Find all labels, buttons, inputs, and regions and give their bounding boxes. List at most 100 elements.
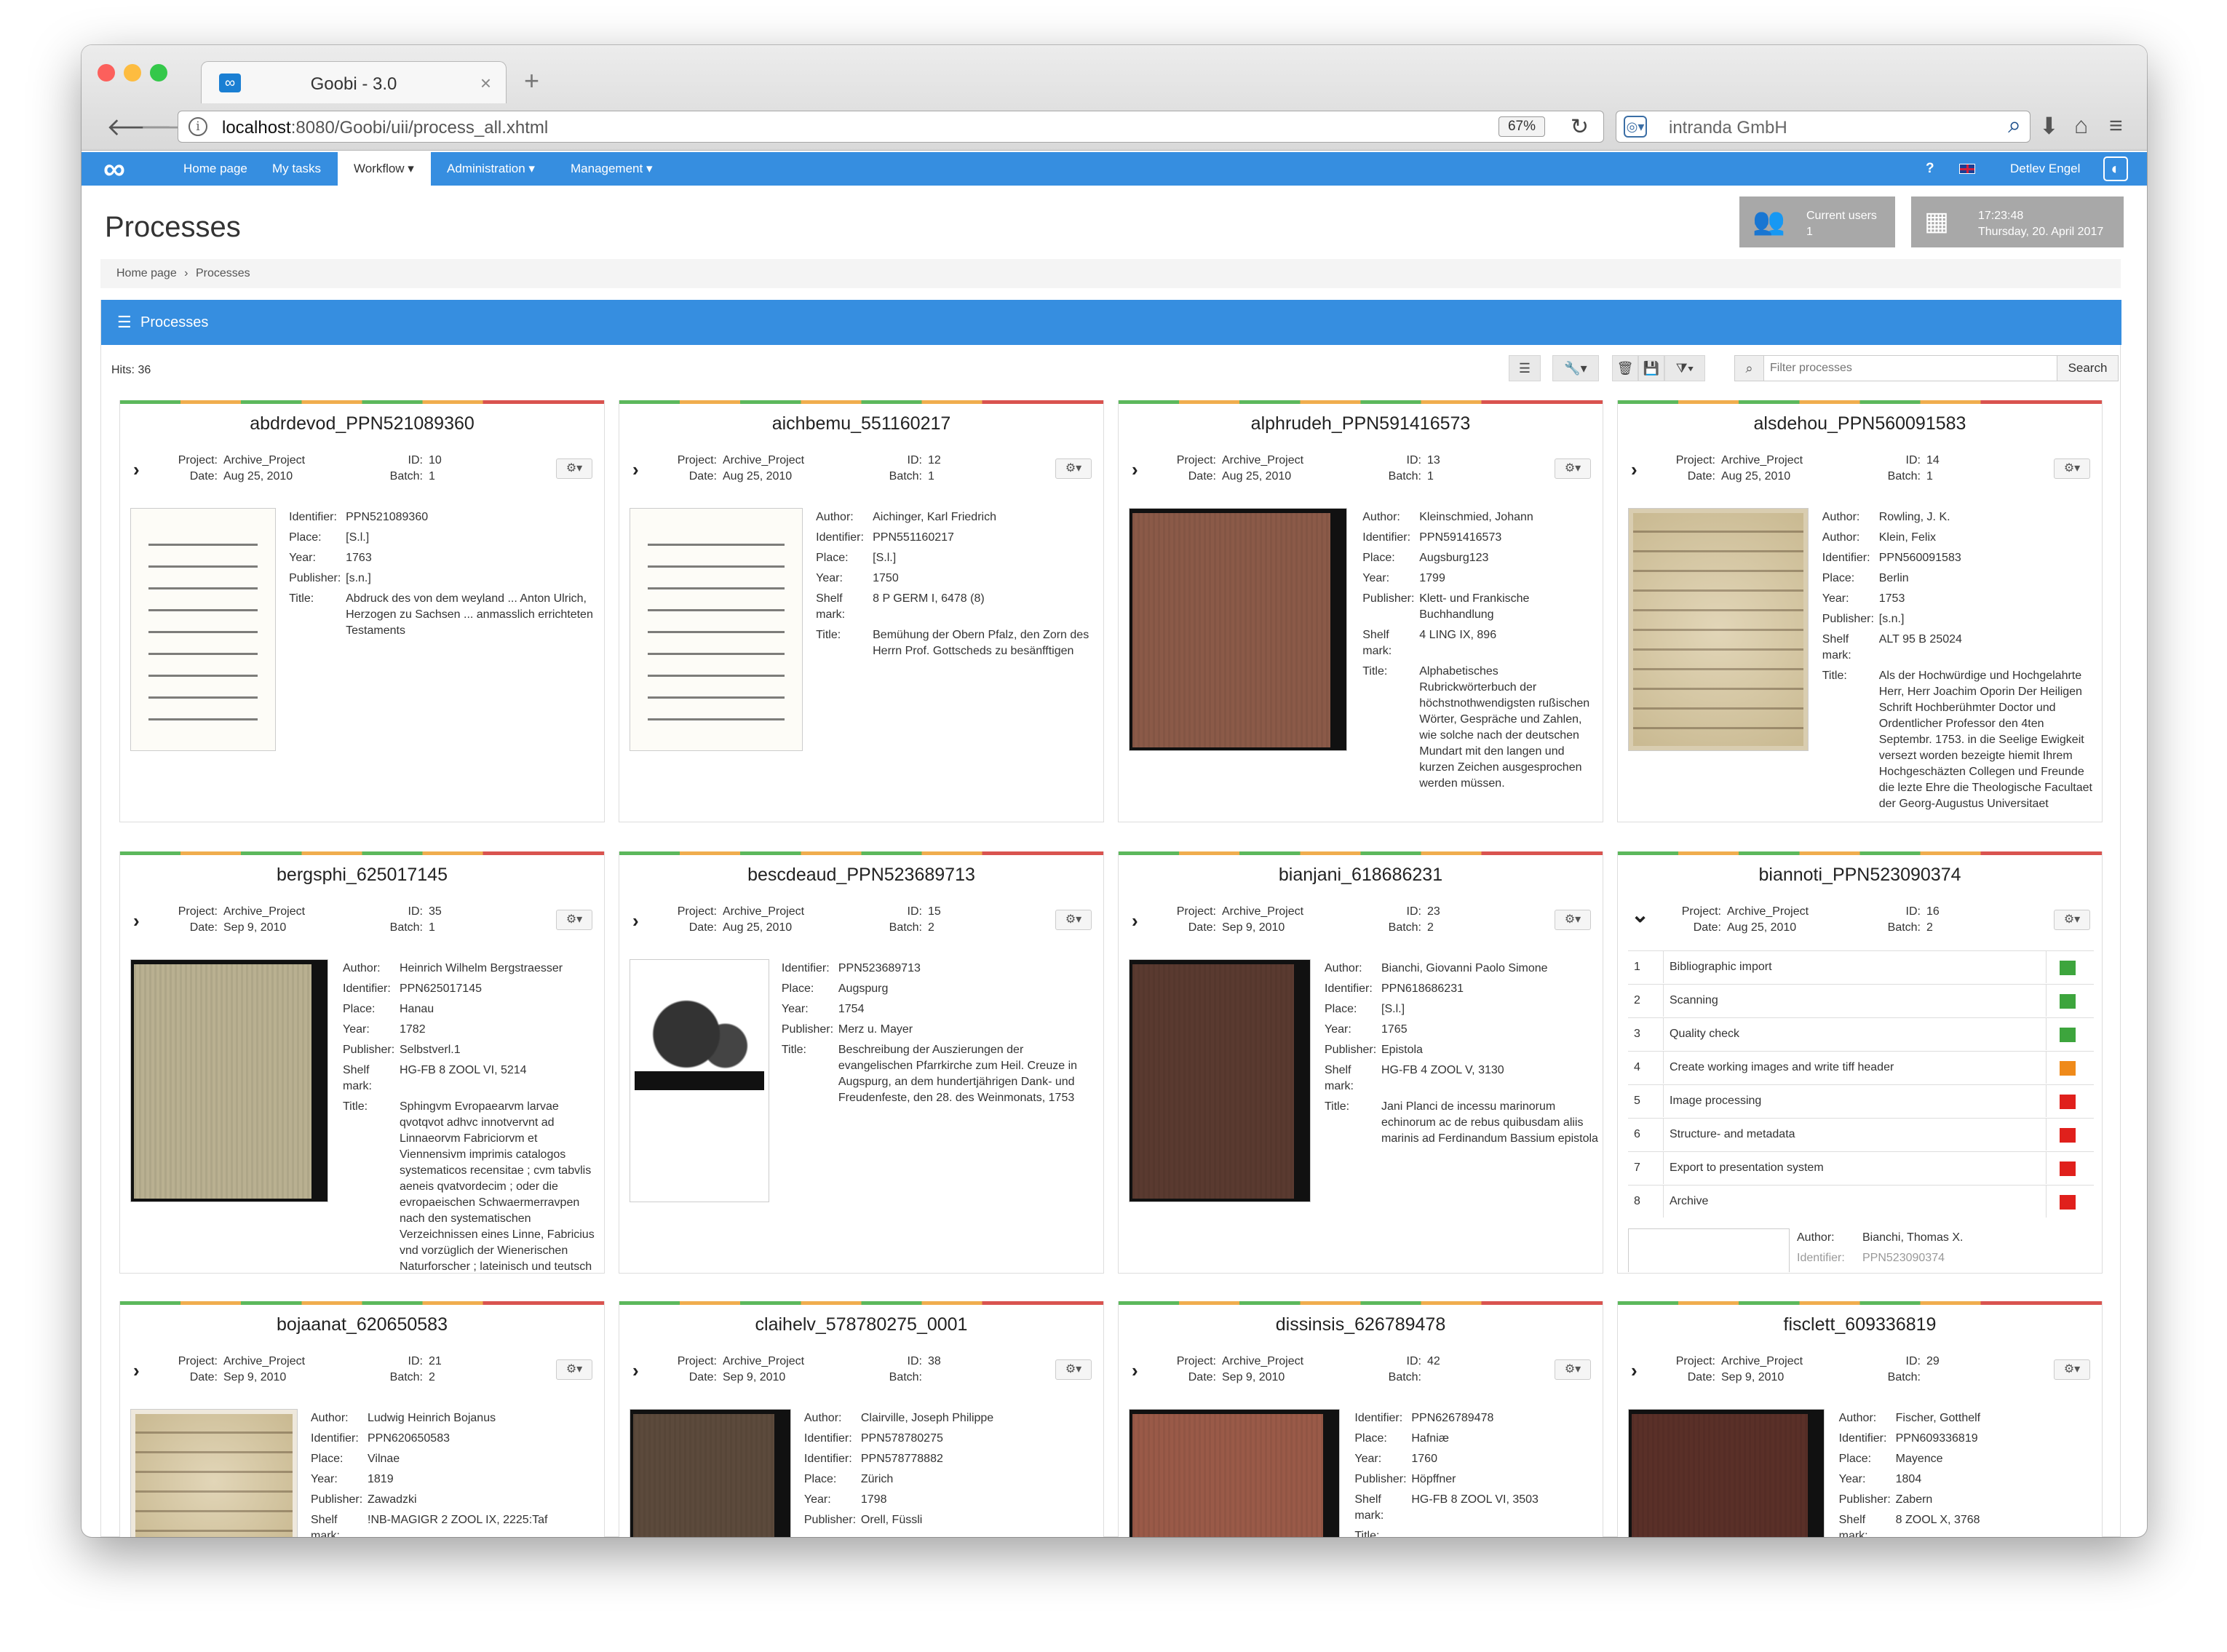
search-engine-icon[interactable]: ◎▾ — [1624, 116, 1647, 138]
save-icon[interactable]: 💾 — [1638, 355, 1664, 381]
process-title[interactable]: alphrudeh_PPN591416573 — [1119, 413, 1603, 434]
breadcrumb-home[interactable]: Home page — [116, 267, 177, 279]
task-name[interactable]: Image processing — [1663, 1085, 2041, 1117]
goobi-logo-icon[interactable]: ∞ — [103, 154, 125, 184]
nav-my-tasks[interactable]: My tasks — [263, 152, 336, 186]
gear-dropdown-button[interactable]: ⚙▾ — [1055, 1359, 1092, 1380]
process-title[interactable]: bescdeaud_PPN523689713 — [619, 865, 1103, 886]
gear-dropdown-button[interactable]: ⚙▾ — [1555, 910, 1591, 930]
browser-search-box[interactable]: ◎▾ intranda GmbH ⌕ — [1616, 111, 2030, 143]
chevron-right-icon[interactable]: › — [632, 910, 639, 932]
gear-dropdown-button[interactable]: ⚙▾ — [556, 910, 592, 930]
cover-thumbnail[interactable] — [130, 508, 276, 751]
task-name[interactable]: Bibliographic import — [1663, 951, 2041, 983]
process-title[interactable]: biannoti_PPN523090374 — [1618, 865, 2102, 886]
chevron-right-icon[interactable]: › — [632, 458, 639, 481]
search-icon[interactable]: ⌕ — [2008, 111, 2021, 139]
chevron-right-icon[interactable]: › — [1631, 458, 1638, 481]
task-name[interactable]: Archive — [1663, 1186, 2041, 1218]
task-name[interactable]: Scanning — [1663, 985, 2041, 1017]
field-value: Hafniæ — [1411, 1432, 1449, 1445]
tools-dropdown-button[interactable]: 🔧▾ — [1552, 355, 1599, 381]
task-row[interactable]: 1 Bibliographic import — [1628, 950, 2094, 984]
chevron-right-icon[interactable]: › — [1132, 1359, 1138, 1382]
nav-home-page[interactable]: Home page — [175, 152, 256, 186]
cover-thumbnail[interactable] — [130, 1409, 298, 1537]
cover-thumbnail[interactable] — [1129, 959, 1311, 1202]
menu-icon[interactable]: ≡ — [2109, 112, 2123, 139]
nav-workflow[interactable]: Workflow ▾ — [338, 152, 431, 186]
process-title[interactable]: dissinsis_626789478 — [1119, 1314, 1603, 1335]
process-title[interactable]: bianjani_618686231 — [1119, 865, 1603, 886]
zoom-window-button[interactable] — [150, 64, 167, 82]
minimize-window-button[interactable] — [124, 64, 141, 82]
language-flag-icon[interactable] — [1959, 164, 1975, 174]
task-name[interactable]: Structure- and metadata — [1663, 1119, 2041, 1151]
task-name[interactable]: Quality check — [1663, 1018, 2041, 1050]
close-tab-icon[interactable]: × — [480, 72, 491, 95]
gear-dropdown-button[interactable]: ⚙▾ — [2054, 458, 2090, 479]
gear-dropdown-button[interactable]: ⚙▾ — [1555, 458, 1591, 479]
chevron-right-icon[interactable]: › — [1132, 458, 1138, 481]
browser-tab[interactable]: ∞ Goobi - 3.0 × — [201, 61, 507, 103]
chevron-right-icon[interactable]: › — [133, 1359, 140, 1382]
chevron-right-icon[interactable]: › — [133, 458, 140, 481]
cover-thumbnail[interactable] — [1129, 508, 1347, 751]
nav-administration[interactable]: Administration ▾ — [438, 152, 555, 186]
cover-thumbnail[interactable] — [130, 959, 328, 1202]
project-value: Archive_Project — [1222, 905, 1304, 918]
cover-thumbnail[interactable] — [1129, 1409, 1340, 1537]
gear-dropdown-button[interactable]: ⚙▾ — [556, 458, 592, 479]
chevron-right-icon[interactable]: › — [632, 1359, 639, 1382]
task-row[interactable]: 5 Image processing — [1628, 1084, 2094, 1118]
gear-dropdown-button[interactable]: ⚙▾ — [1555, 1359, 1591, 1380]
nav-management[interactable]: Management ▾ — [562, 152, 671, 186]
current-users-box[interactable]: 👥 Current users 1 — [1739, 196, 1895, 247]
gear-dropdown-button[interactable]: ⚙▾ — [1055, 910, 1092, 930]
new-tab-icon[interactable]: + — [524, 65, 539, 96]
cover-thumbnail[interactable] — [630, 959, 769, 1202]
zoom-level[interactable]: 67% — [1498, 116, 1545, 137]
home-icon[interactable]: ⌂ — [2074, 112, 2088, 139]
process-title[interactable]: abdrdevod_PPN521089360 — [120, 413, 604, 434]
gear-dropdown-button[interactable]: ⚙▾ — [2054, 910, 2090, 930]
process-title[interactable]: bojaanat_620650583 — [120, 1314, 604, 1335]
process-title[interactable]: alsdehou_PPN560091583 — [1618, 413, 2102, 434]
filter-input[interactable] — [1770, 359, 2047, 378]
gear-dropdown-button[interactable]: ⚙▾ — [556, 1359, 592, 1380]
task-row[interactable]: 3 Quality check — [1628, 1017, 2094, 1051]
chevron-right-icon[interactable]: › — [1631, 1359, 1638, 1382]
task-name[interactable]: Create working images and write tiff hea… — [1663, 1052, 2041, 1084]
close-window-button[interactable] — [98, 64, 115, 82]
task-row[interactable]: 7 Export to presentation system — [1628, 1151, 2094, 1185]
info-icon[interactable]: i — [188, 117, 207, 136]
process-title[interactable]: fisclett_609336819 — [1618, 1314, 2102, 1335]
task-row[interactable]: 4 Create working images and write tiff he… — [1628, 1051, 2094, 1084]
gear-dropdown-button[interactable]: ⚙▾ — [1055, 458, 1092, 479]
process-title[interactable]: bergsphi_625017145 — [120, 865, 604, 886]
gear-dropdown-button[interactable]: ⚙▾ — [2054, 1359, 2090, 1380]
user-avatar-icon[interactable]: ◐ — [2103, 156, 2128, 181]
cover-thumbnail[interactable] — [630, 508, 803, 751]
process-title[interactable]: claihelv_578780275_0001 — [619, 1314, 1103, 1335]
process-title[interactable]: aichbemu_551160217 — [619, 413, 1103, 434]
filter-dropdown-button[interactable]: ⧩▾ — [1664, 355, 1705, 381]
task-row[interactable]: 8 Archive — [1628, 1185, 2094, 1218]
help-icon[interactable]: ? — [1926, 161, 1934, 177]
cover-thumbnail[interactable] — [1628, 508, 1809, 751]
task-row[interactable]: 2 Scanning — [1628, 984, 2094, 1017]
list-view-button[interactable]: ☰ — [1509, 355, 1541, 381]
search-button[interactable]: Search — [2057, 356, 2118, 381]
address-bar[interactable]: i localhost:8080/Goobi/uii/process_all.x… — [178, 111, 1604, 143]
chevron-down-icon[interactable]: ⌄ — [1631, 902, 1649, 928]
chevron-right-icon[interactable]: › — [1132, 910, 1138, 932]
user-name[interactable]: Detlev Engel — [2010, 162, 2080, 176]
cover-thumbnail[interactable] — [630, 1409, 791, 1537]
task-name[interactable]: Export to presentation system — [1663, 1152, 2041, 1184]
chevron-right-icon[interactable]: › — [133, 910, 140, 932]
cover-thumbnail[interactable] — [1628, 1409, 1825, 1537]
reload-icon[interactable]: ↻ — [1571, 114, 1589, 140]
download-icon[interactable]: ⬇ — [2039, 112, 2059, 140]
delete-icon[interactable]: 🗑 — [1612, 355, 1638, 381]
task-row[interactable]: 6 Structure- and metadata — [1628, 1118, 2094, 1151]
